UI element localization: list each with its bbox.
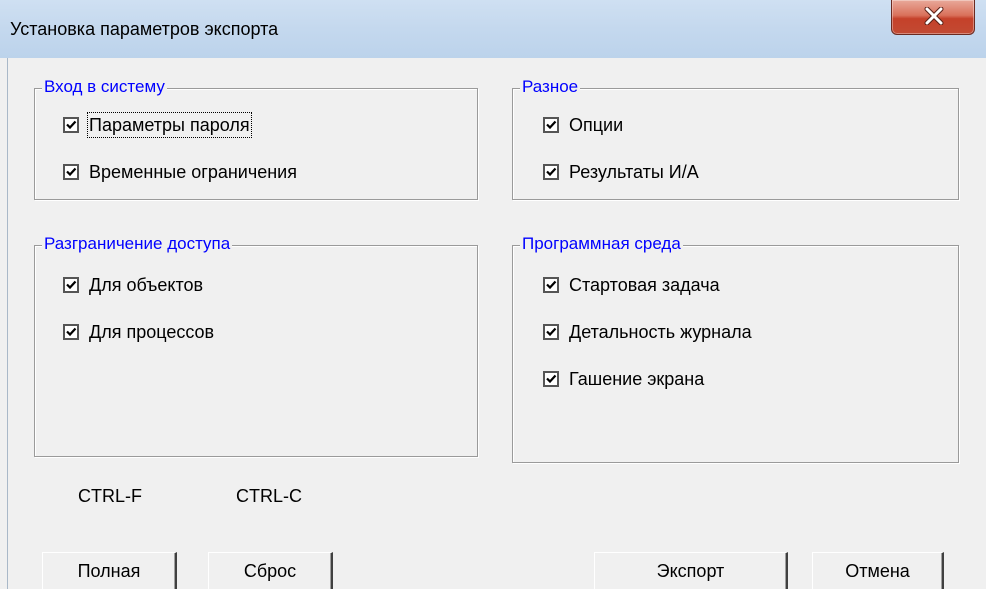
checkbox-screen-blanking[interactable]: Гашение экрана [543,368,704,390]
checkbox-options[interactable]: Опции [543,114,623,136]
checkbox-label: Стартовая задача [569,275,720,295]
export-button[interactable]: Экспорт [594,552,788,589]
group-misc-title: Разное [520,76,581,98]
checkbox-box[interactable] [543,277,559,293]
checkmark-icon [546,327,557,337]
checkbox-label: Результаты И/А [569,162,699,182]
group-access-title: Разграничение доступа [42,233,233,255]
group-login-title: Вход в систему [42,76,167,98]
cancel-button[interactable]: Отмена [812,552,944,589]
checkbox-password-params[interactable]: Параметры пароля [63,112,252,138]
shortcut-reset-label: CTRL-C [236,486,302,506]
checkmark-icon [66,280,77,290]
checkmark-icon [546,280,557,290]
group-env-title: Программная среда [520,233,683,255]
checkbox-for-objects[interactable]: Для объектов [63,274,203,296]
checkbox-box[interactable] [63,324,79,340]
group-env: Программная среда Стартовая задача Детал… [512,233,959,463]
checkmark-icon [66,327,77,337]
checkmark-icon [546,374,557,384]
checkmark-icon [66,167,77,177]
checkbox-box[interactable] [543,324,559,340]
shortcut-full-label: CTRL-F [78,486,142,506]
checkbox-time-limits[interactable]: Временные ограничения [63,161,297,183]
dialog-body: Вход в систему Параметры пароля Временны… [7,58,982,589]
checkbox-startup-task[interactable]: Стартовая задача [543,274,720,296]
checkbox-box[interactable] [543,371,559,387]
title-bar[interactable]: Установка параметров экспорта [0,0,986,58]
checkmark-icon [546,120,557,130]
checkbox-box[interactable] [543,164,559,180]
checkmark-icon [546,167,557,177]
reset-button[interactable]: Сброс [208,552,333,589]
checkbox-for-processes[interactable]: Для процессов [63,321,214,343]
checkbox-box[interactable] [543,117,559,133]
full-button[interactable]: Полная [42,552,177,589]
group-access: Разграничение доступа Для объектов Для п… [34,233,478,457]
checkbox-log-detail[interactable]: Детальность журнала [543,321,752,343]
checkbox-label: Временные ограничения [89,162,297,182]
checkbox-label: Для процессов [89,322,215,342]
checkbox-box[interactable] [63,117,79,133]
checkbox-box[interactable] [63,164,79,180]
checkbox-label: Детальность журнала [569,322,752,342]
checkbox-label: Опции [569,115,624,135]
group-login: Вход в систему Параметры пароля Временны… [34,76,478,200]
window-title: Установка параметров экспорта [10,19,279,39]
checkbox-label: Параметры пароля [87,112,252,138]
close-x-icon [924,7,944,25]
checkbox-label: Для объектов [89,275,204,295]
close-button[interactable] [891,0,975,35]
checkbox-ia-results[interactable]: Результаты И/А [543,161,699,183]
group-misc: Разное Опции Результаты И/А [512,76,959,200]
checkbox-box[interactable] [63,277,79,293]
checkbox-label: Гашение экрана [569,369,705,389]
checkmark-icon [66,120,77,130]
